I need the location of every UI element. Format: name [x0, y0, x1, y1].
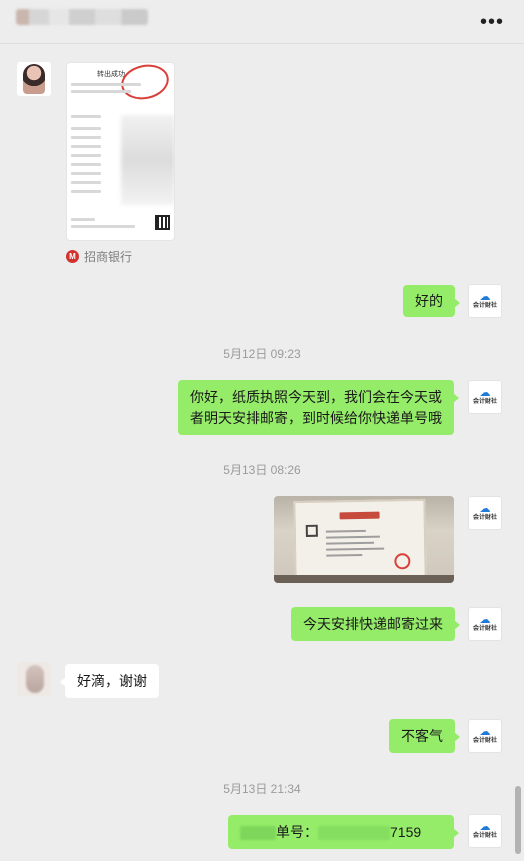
self-avatar[interactable]: ☁ 会计财社	[468, 719, 502, 753]
peer-avatar[interactable]	[17, 62, 51, 96]
redacted-area	[121, 115, 174, 205]
message-text: 好的	[415, 293, 443, 309]
business-license-photo[interactable]	[274, 496, 454, 583]
brand-cloud-icon: ☁	[479, 726, 491, 738]
timestamp: 5月13日 08:26	[223, 463, 301, 477]
license-row	[326, 547, 385, 551]
brand-cloud-icon: ☁	[479, 503, 491, 515]
receipt-line	[71, 225, 135, 228]
message-bubble[interactable]: 今天安排快递邮寄过来	[291, 607, 460, 641]
message-bubble[interactable]: 单号： 7159	[228, 815, 459, 849]
message-text: 好滴，谢谢	[77, 673, 147, 689]
self-avatar[interactable]: ☁ 会计财社	[468, 380, 502, 414]
redacted-text	[240, 826, 276, 841]
receipt-line	[71, 154, 101, 157]
message-bubble[interactable]: 好滴，谢谢	[60, 664, 159, 698]
peer-avatar[interactable]	[17, 662, 51, 696]
license-row	[325, 529, 366, 533]
timestamp: 5月13日 21:34	[223, 782, 301, 796]
message-text: 不客气	[401, 728, 443, 744]
receipt-line	[71, 115, 101, 118]
avatar-photo	[26, 665, 44, 693]
redacted-text	[318, 826, 390, 841]
receipt-line	[71, 83, 141, 86]
timestamp: 5月12日 09:23	[223, 347, 301, 361]
license-row	[326, 553, 363, 557]
message-text-line: 你好，纸质执照今天到，我们会在今天或	[190, 389, 442, 405]
scrollbar[interactable]	[515, 786, 521, 854]
brand-text: 会计财社	[472, 738, 497, 744]
qr-code-icon	[155, 215, 170, 230]
receipt-line	[71, 181, 101, 184]
receipt-line	[71, 127, 101, 130]
brand-text: 会计财社	[472, 833, 497, 839]
receipt-line	[71, 90, 131, 93]
message-text-line: 者明天安排邮寄，到时候给你快递单号哦	[190, 410, 442, 426]
receipt-line	[71, 145, 101, 148]
chat-header: •••	[0, 0, 524, 44]
brand-text: 会计财社	[472, 303, 497, 309]
self-avatar[interactable]: ☁ 会计财社	[468, 814, 502, 848]
license-paper	[293, 498, 427, 582]
brand-cloud-icon: ☁	[479, 821, 491, 833]
message-text: 今天安排快递邮寄过来	[303, 616, 443, 632]
self-avatar[interactable]: ☁ 会计财社	[468, 496, 502, 530]
message-bubble[interactable]: 好的	[403, 285, 460, 317]
more-options-icon[interactable]: •••	[480, 12, 504, 32]
license-row	[325, 535, 380, 539]
avatar-photo	[23, 64, 45, 94]
receipt-line	[71, 218, 95, 221]
message-bubble[interactable]: 不客气	[389, 719, 460, 753]
tracking-suffix: 7159	[390, 824, 422, 840]
bank-receipt-image[interactable]: 转出成功	[66, 62, 175, 241]
license-qr-icon	[305, 524, 318, 537]
receipt-title: 转出成功	[97, 71, 125, 78]
photo-background	[274, 575, 454, 583]
brand-text: 会计财社	[472, 515, 497, 521]
receipt-line	[71, 136, 101, 139]
brand-cloud-icon: ☁	[479, 387, 491, 399]
receipt-line	[71, 172, 101, 175]
message-bubble[interactable]: 你好，纸质执照今天到，我们会在今天或 者明天安排邮寄，到时候给你快递单号哦	[178, 380, 459, 435]
brand-cloud-icon: ☁	[479, 291, 491, 303]
license-seal	[394, 553, 411, 570]
bank-source-label[interactable]: M 招商银行	[66, 248, 132, 265]
receipt-line	[71, 163, 101, 166]
self-avatar[interactable]: ☁ 会计财社	[468, 607, 502, 641]
tracking-prefix: 单号：	[276, 824, 318, 840]
license-row	[326, 541, 375, 545]
cmb-bank-icon: M	[66, 250, 79, 263]
receipt-line	[71, 190, 101, 193]
brand-cloud-icon: ☁	[479, 614, 491, 626]
self-avatar[interactable]: ☁ 会计财社	[468, 284, 502, 318]
license-header	[339, 511, 380, 520]
brand-text: 会计财社	[472, 626, 497, 632]
bank-name: 招商银行	[84, 250, 133, 264]
brand-text: 会计财社	[472, 399, 497, 405]
chat-title-redacted	[16, 9, 148, 25]
